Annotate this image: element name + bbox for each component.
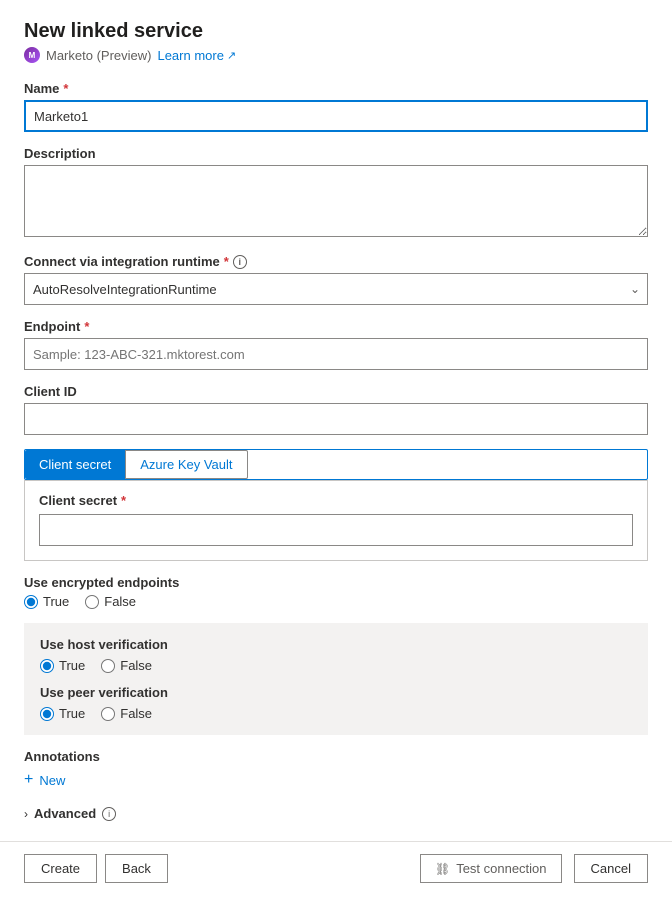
endpoint-input[interactable] bbox=[24, 338, 648, 370]
tab-container: Client secret Azure Key Vault bbox=[24, 449, 648, 480]
back-button[interactable]: Back bbox=[105, 854, 168, 883]
advanced-label: Advanced bbox=[34, 806, 96, 821]
learn-more-link[interactable]: Learn more ↗ bbox=[157, 48, 236, 63]
encrypted-false-radio[interactable] bbox=[85, 595, 99, 609]
link-icon: ⛓ bbox=[435, 862, 450, 876]
encrypted-endpoints-label: Use encrypted endpoints bbox=[24, 575, 648, 590]
advanced-info-icon[interactable]: i bbox=[102, 807, 116, 821]
footer-left-buttons: Create Back bbox=[24, 854, 168, 883]
endpoint-label: Endpoint * bbox=[24, 319, 648, 334]
client-secret-inner-label: Client secret * bbox=[39, 493, 633, 508]
tab-client-secret[interactable]: Client secret bbox=[25, 450, 125, 479]
peer-radio-group: True False bbox=[40, 706, 632, 721]
encrypted-endpoints-group: Use encrypted endpoints True False bbox=[24, 575, 648, 609]
name-required: * bbox=[63, 81, 68, 96]
peer-verification-section: Use peer verification True False bbox=[40, 685, 632, 721]
endpoint-field-group: Endpoint * bbox=[24, 319, 648, 370]
name-input[interactable] bbox=[24, 100, 648, 132]
host-true-radio[interactable] bbox=[40, 659, 54, 673]
panel-title: New linked service bbox=[24, 20, 648, 43]
name-field-group: Name * bbox=[24, 81, 648, 132]
peer-true-radio[interactable] bbox=[40, 707, 54, 721]
plus-icon: + bbox=[24, 772, 33, 788]
description-label: Description bbox=[24, 146, 648, 161]
client-secret-content-box: Client secret * bbox=[24, 480, 648, 561]
footer-right-buttons: ⛓ Test connection Cancel bbox=[420, 854, 648, 883]
peer-false-radio[interactable] bbox=[101, 707, 115, 721]
cancel-button[interactable]: Cancel bbox=[574, 854, 648, 883]
client-id-input[interactable] bbox=[24, 403, 648, 435]
name-label: Name * bbox=[24, 81, 648, 96]
encrypted-true-option[interactable]: True bbox=[24, 594, 69, 609]
description-input[interactable] bbox=[24, 165, 648, 237]
description-field-group: Description bbox=[24, 146, 648, 240]
create-button[interactable]: Create bbox=[24, 854, 97, 883]
annotations-label: Annotations bbox=[24, 749, 648, 764]
host-verification-label: Use host verification bbox=[40, 637, 632, 652]
peer-true-option[interactable]: True bbox=[40, 706, 85, 721]
annotations-section: Annotations + New bbox=[24, 749, 648, 792]
encrypted-radio-group: True False bbox=[24, 594, 648, 609]
peer-false-option[interactable]: False bbox=[101, 706, 152, 721]
client-secret-required: * bbox=[121, 493, 126, 508]
advanced-section[interactable]: › Advanced i bbox=[24, 806, 648, 821]
host-false-option[interactable]: False bbox=[101, 658, 152, 673]
encrypted-false-option[interactable]: False bbox=[85, 594, 136, 609]
service-subtitle: Marketo (Preview) bbox=[46, 48, 151, 63]
runtime-field-group: Connect via integration runtime * i Auto… bbox=[24, 254, 648, 305]
client-id-label: Client ID bbox=[24, 384, 648, 399]
secret-tab-group: Client secret Azure Key Vault Client sec… bbox=[24, 449, 648, 575]
chevron-right-icon: › bbox=[24, 807, 28, 821]
endpoint-required: * bbox=[84, 319, 89, 334]
runtime-select-container: AutoResolveIntegrationRuntime ⌄ bbox=[24, 273, 648, 305]
external-link-icon: ↗ bbox=[227, 49, 236, 62]
host-false-radio[interactable] bbox=[101, 659, 115, 673]
tab-azure-key-vault[interactable]: Azure Key Vault bbox=[125, 450, 247, 479]
runtime-select[interactable]: AutoResolveIntegrationRuntime bbox=[24, 273, 648, 305]
new-annotation-button[interactable]: + New bbox=[24, 768, 65, 792]
runtime-required: * bbox=[224, 254, 229, 269]
runtime-info-icon[interactable]: i bbox=[233, 255, 247, 269]
client-secret-input[interactable] bbox=[39, 514, 633, 546]
host-verification-section: Use host verification True False bbox=[40, 637, 632, 673]
test-connection-button[interactable]: ⛓ Test connection bbox=[420, 854, 562, 883]
client-id-field-group: Client ID bbox=[24, 384, 648, 435]
host-radio-group: True False bbox=[40, 658, 632, 673]
runtime-label: Connect via integration runtime * i bbox=[24, 254, 648, 269]
peer-verification-label: Use peer verification bbox=[40, 685, 632, 700]
host-true-option[interactable]: True bbox=[40, 658, 85, 673]
encrypted-true-radio[interactable] bbox=[24, 595, 38, 609]
verification-box: Use host verification True False Use pee… bbox=[24, 623, 648, 735]
footer: Create Back ⛓ Test connection Cancel bbox=[0, 841, 672, 895]
marketo-icon: M bbox=[24, 47, 40, 63]
